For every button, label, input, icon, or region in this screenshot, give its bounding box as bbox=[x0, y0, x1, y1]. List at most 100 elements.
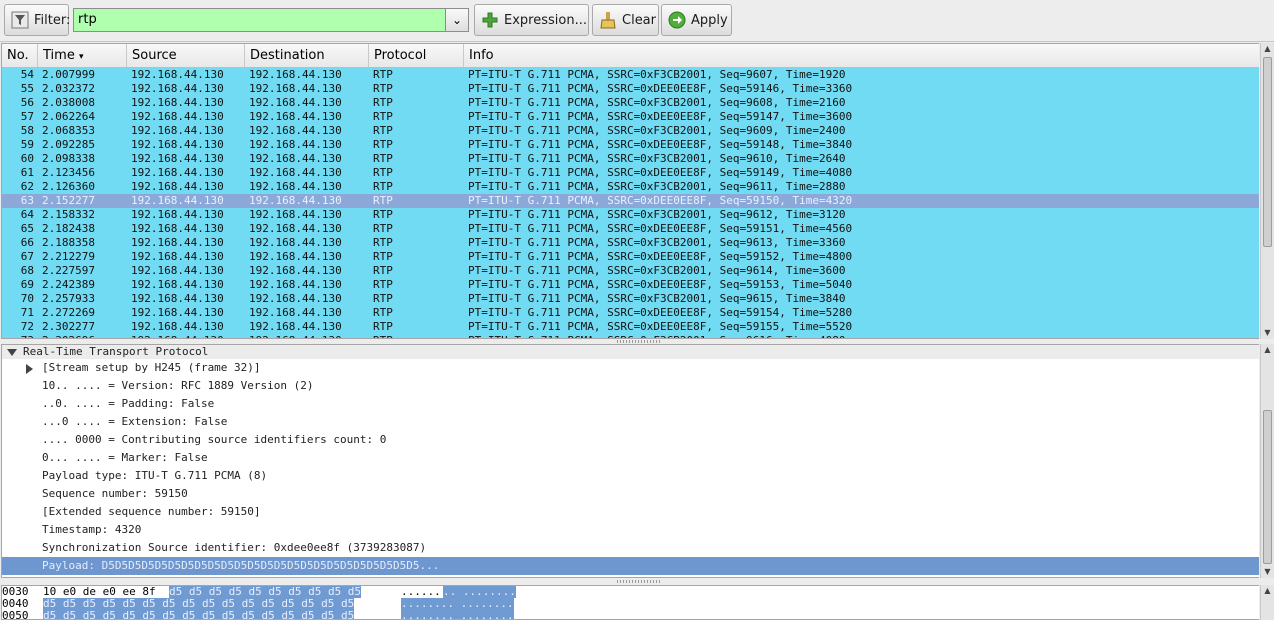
bytes-offset: 0050 bbox=[2, 609, 29, 620]
bytes-hex-selected[interactable]: d5 d5 d5 d5 d5 d5 d5 d5 d5 d5 d5 d5 d5 d… bbox=[43, 610, 355, 619]
column-header-time[interactable]: Time ▾ bbox=[38, 44, 127, 67]
clear-label: Clear bbox=[622, 12, 656, 28]
column-header-info[interactable]: Info bbox=[464, 44, 1259, 67]
tree-node-rtp[interactable]: Real-Time Transport Protocol bbox=[2, 345, 1259, 359]
cell-destination: 192.168.44.130 bbox=[249, 250, 342, 263]
cell-no: 57 bbox=[20, 110, 34, 123]
packet-row[interactable]: 71 2.272269 192.168.44.130 192.168.44.130 RT… bbox=[2, 306, 1259, 320]
tree-field[interactable]: [Extended sequence number: 59150] bbox=[2, 503, 1259, 521]
splitter-grip[interactable] bbox=[617, 580, 661, 583]
cell-info: PT=ITU-T G.711 PCMA, SSRC=0xF3CB2001, Se… bbox=[468, 264, 846, 277]
cell-info: PT=ITU-T G.711 PCMA, SSRC=0xF3CB2001, Se… bbox=[468, 180, 846, 193]
packet-row[interactable]: 66 2.188358 192.168.44.130 192.168.44.130 RT… bbox=[2, 236, 1259, 250]
packet-row[interactable]: 55 2.032372 192.168.44.130 192.168.44.130 RT… bbox=[2, 82, 1259, 96]
scroll-down-icon[interactable]: ▼ bbox=[1261, 566, 1274, 578]
packet-list-scrollbar[interactable]: ▲ ▼ bbox=[1260, 43, 1274, 339]
packet-row-selected[interactable]: 63 2.152277 192.168.44.130 192.168.44.130 RT… bbox=[2, 194, 1259, 208]
scroll-up-icon[interactable]: ▲ bbox=[1261, 344, 1274, 356]
cell-info: PT=ITU-T G.711 PCMA, SSRC=0xDEE0EE8F, Se… bbox=[468, 194, 853, 207]
cell-info: PT=ITU-T G.711 PCMA, SSRC=0xF3CB2001, Se… bbox=[468, 152, 846, 165]
cell-source: 192.168.44.130 bbox=[131, 138, 224, 151]
tree-node-stream-setup-label: [Stream setup by H245 (frame 32)] bbox=[42, 361, 261, 374]
bytes-ascii-selected[interactable]: ........ ........ bbox=[401, 610, 514, 619]
scroll-up-icon[interactable]: ▲ bbox=[1261, 43, 1274, 55]
cell-time: 2.257933 bbox=[42, 292, 95, 305]
cell-protocol: RTP bbox=[373, 180, 393, 193]
bytes-scrollbar[interactable]: ▲ bbox=[1260, 585, 1274, 620]
column-header-no[interactable]: No. bbox=[2, 44, 38, 67]
column-header-source[interactable]: Source bbox=[127, 44, 245, 67]
field-version: 10.. .... = Version: RFC 1889 Version (2… bbox=[42, 379, 314, 392]
filter-input[interactable]: rtp bbox=[73, 8, 446, 32]
cell-no: 64 bbox=[20, 208, 34, 221]
packet-row[interactable]: 72 2.302277 192.168.44.130 192.168.44.130 RT… bbox=[2, 320, 1259, 334]
tree-field[interactable]: 0... .... = Marker: False bbox=[2, 449, 1259, 467]
filter-dropdown-button[interactable]: ⌄ bbox=[445, 8, 469, 32]
field-timestamp: Timestamp: 4320 bbox=[42, 523, 142, 536]
collapsed-triangle-icon[interactable] bbox=[26, 364, 33, 374]
packet-row[interactable]: 58 2.068353 192.168.44.130 192.168.44.130 RT… bbox=[2, 124, 1259, 138]
tree-field[interactable]: Timestamp: 4320 bbox=[2, 521, 1259, 539]
cell-source: 192.168.44.130 bbox=[131, 236, 224, 249]
cell-info: PT=ITU-T G.711 PCMA, SSRC=0xDEE0EE8F, Se… bbox=[468, 82, 853, 95]
pane-splitter[interactable] bbox=[0, 579, 1274, 584]
tree-field[interactable]: ..0. .... = Padding: False bbox=[2, 395, 1259, 413]
packet-list-scroll-thumb[interactable] bbox=[1263, 57, 1272, 247]
cell-source: 192.168.44.130 bbox=[131, 180, 224, 193]
details-scrollbar[interactable]: ▲ ▼ bbox=[1260, 344, 1274, 578]
cell-no: 71 bbox=[20, 306, 34, 319]
packet-row[interactable]: 62 2.126360 192.168.44.130 192.168.44.130 RT… bbox=[2, 180, 1259, 194]
cell-protocol: RTP bbox=[373, 250, 393, 263]
cell-protocol: RTP bbox=[373, 82, 393, 95]
cell-no: 72 bbox=[20, 320, 34, 333]
cell-time: 2.182438 bbox=[42, 222, 95, 235]
cell-source: 192.168.44.130 bbox=[131, 166, 224, 179]
expression-button[interactable]: Expression... bbox=[474, 4, 589, 36]
packet-row[interactable]: 65 2.182438 192.168.44.130 192.168.44.130 RT… bbox=[2, 222, 1259, 236]
tree-field[interactable]: .... 0000 = Contributing source identifi… bbox=[2, 431, 1259, 449]
cell-source: 192.168.44.130 bbox=[131, 124, 224, 137]
packet-row[interactable]: 70 2.257933 192.168.44.130 192.168.44.130 RT… bbox=[2, 292, 1259, 306]
splitter-grip[interactable] bbox=[617, 340, 661, 343]
packet-row[interactable]: 64 2.158332 192.168.44.130 192.168.44.130 RT… bbox=[2, 208, 1259, 222]
tree-node-stream-setup[interactable]: [Stream setup by H245 (frame 32)] bbox=[2, 359, 1259, 377]
column-header-destination[interactable]: Destination bbox=[245, 44, 369, 67]
packet-row[interactable]: 60 2.098338 192.168.44.130 192.168.44.130 RT… bbox=[2, 152, 1259, 166]
cell-no: 56 bbox=[20, 96, 34, 109]
tree-field[interactable]: 10.. .... = Version: RFC 1889 Version (2… bbox=[2, 377, 1259, 395]
scroll-up-icon[interactable]: ▲ bbox=[1261, 585, 1274, 597]
column-header-protocol[interactable]: Protocol bbox=[369, 44, 464, 67]
cell-no: 67 bbox=[20, 250, 34, 263]
packet-row[interactable]: 67 2.212279 192.168.44.130 192.168.44.130 RT… bbox=[2, 250, 1259, 264]
tree-field-selected[interactable]: Payload: D5D5D5D5D5D5D5D5D5D5D5D5D5D5D5D… bbox=[2, 557, 1259, 575]
cell-no: 66 bbox=[20, 236, 34, 249]
details-scroll-thumb[interactable] bbox=[1263, 410, 1272, 564]
packet-row[interactable]: 57 2.062264 192.168.44.130 192.168.44.130 RT… bbox=[2, 110, 1259, 124]
packet-row[interactable]: 54 2.007999 192.168.44.130 192.168.44.130 RT… bbox=[2, 68, 1259, 82]
expanded-triangle-icon[interactable] bbox=[7, 349, 17, 356]
packet-row[interactable]: 68 2.227597 192.168.44.130 192.168.44.130 RT… bbox=[2, 264, 1259, 278]
scroll-down-icon[interactable]: ▼ bbox=[1261, 327, 1274, 339]
cell-protocol: RTP bbox=[373, 278, 393, 291]
cell-protocol: RTP bbox=[373, 110, 393, 123]
packet-row[interactable]: 56 2.038008 192.168.44.130 192.168.44.130 RT… bbox=[2, 96, 1259, 110]
clear-button[interactable]: Clear bbox=[592, 4, 659, 36]
packet-row[interactable]: 69 2.242389 192.168.44.130 192.168.44.130 RT… bbox=[2, 278, 1259, 292]
tree-field[interactable]: Payload type: ITU-T G.711 PCMA (8) bbox=[2, 467, 1259, 485]
apply-button[interactable]: Apply bbox=[661, 4, 732, 36]
tree-field[interactable]: Sequence number: 59150 bbox=[2, 485, 1259, 503]
tree-field[interactable]: Synchronization Source identifier: 0xdee… bbox=[2, 539, 1259, 557]
packet-row[interactable]: 59 2.092285 192.168.44.130 192.168.44.130 RT… bbox=[2, 138, 1259, 152]
field-payload-type: Payload type: ITU-T G.711 PCMA (8) bbox=[42, 469, 268, 482]
field-ssrc: Synchronization Source identifier: 0xdee… bbox=[42, 541, 427, 554]
cell-protocol: RTP bbox=[373, 264, 393, 277]
cell-protocol: RTP bbox=[373, 306, 393, 319]
cell-source: 192.168.44.130 bbox=[131, 194, 224, 207]
cell-protocol: RTP bbox=[373, 96, 393, 109]
packet-row[interactable]: 61 2.123456 192.168.44.130 192.168.44.130 RT… bbox=[2, 166, 1259, 180]
tree-field[interactable]: ...0 .... = Extension: False bbox=[2, 413, 1259, 431]
cell-info: PT=ITU-T G.711 PCMA, SSRC=0xF3CB2001, Se… bbox=[468, 236, 846, 249]
filter-button[interactable]: Filter: bbox=[4, 4, 70, 36]
cell-info: PT=ITU-T G.711 PCMA, SSRC=0xDEE0EE8F, Se… bbox=[468, 278, 853, 291]
cell-protocol: RTP bbox=[373, 208, 393, 221]
